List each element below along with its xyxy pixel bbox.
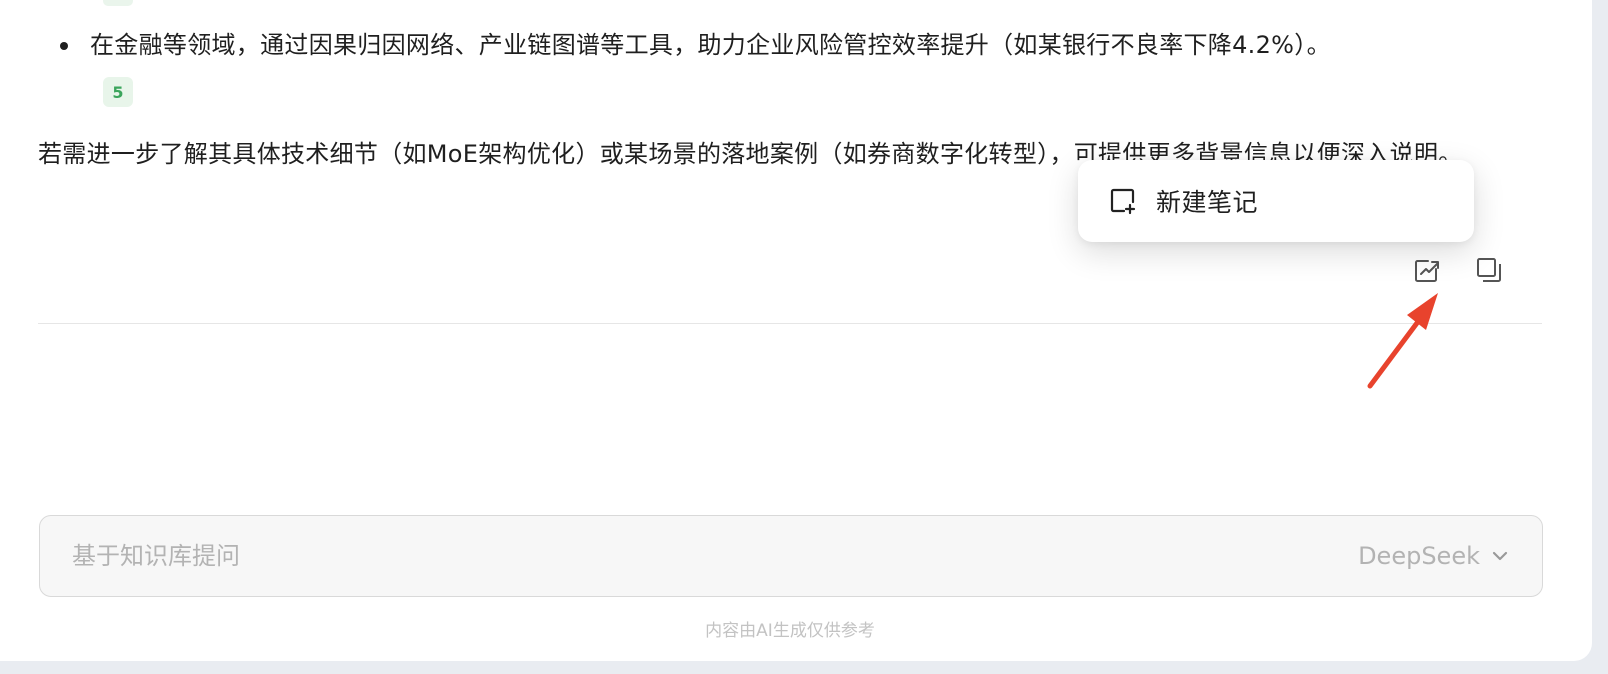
copy-icon xyxy=(1477,258,1501,282)
new-note-label: 新建笔记 xyxy=(1156,188,1259,217)
annotation-arrow xyxy=(1367,293,1438,389)
chat-answer-panel: 在金融等领域，通过因果归因网络、产业链图谱等工具，助力企业风险管控效率提升（如某… xyxy=(0,0,1592,661)
chevron-down-icon xyxy=(1492,551,1508,561)
divider xyxy=(38,323,1542,324)
question-input[interactable] xyxy=(72,542,972,570)
add-note-icon xyxy=(1415,260,1439,282)
bullet-text: 在金融等领域，通过因果归因网络、产业链图谱等工具，助力企业风险管控效率提升（如某… xyxy=(90,31,1331,59)
new-note-menu-item[interactable]: 新建笔记 xyxy=(1078,160,1474,242)
model-select-label: DeepSeek xyxy=(1358,542,1480,570)
reference-badge[interactable]: 5 xyxy=(103,77,133,107)
ai-disclaimer: 内容由AI生成仅供参考 xyxy=(705,621,875,641)
bullet-icon xyxy=(60,42,68,50)
bullet-list-item: 在金融等领域，通过因果归因网络、产业链图谱等工具，助力企业风险管控效率提升（如某… xyxy=(60,28,1331,62)
chat-input-box[interactable]: DeepSeek xyxy=(39,515,1543,597)
copy-button[interactable] xyxy=(1473,254,1505,286)
model-select[interactable]: DeepSeek xyxy=(1358,542,1510,570)
add-note-button[interactable] xyxy=(1410,254,1442,286)
new-note-icon xyxy=(1108,186,1138,216)
reference-badge-partial xyxy=(103,0,133,6)
